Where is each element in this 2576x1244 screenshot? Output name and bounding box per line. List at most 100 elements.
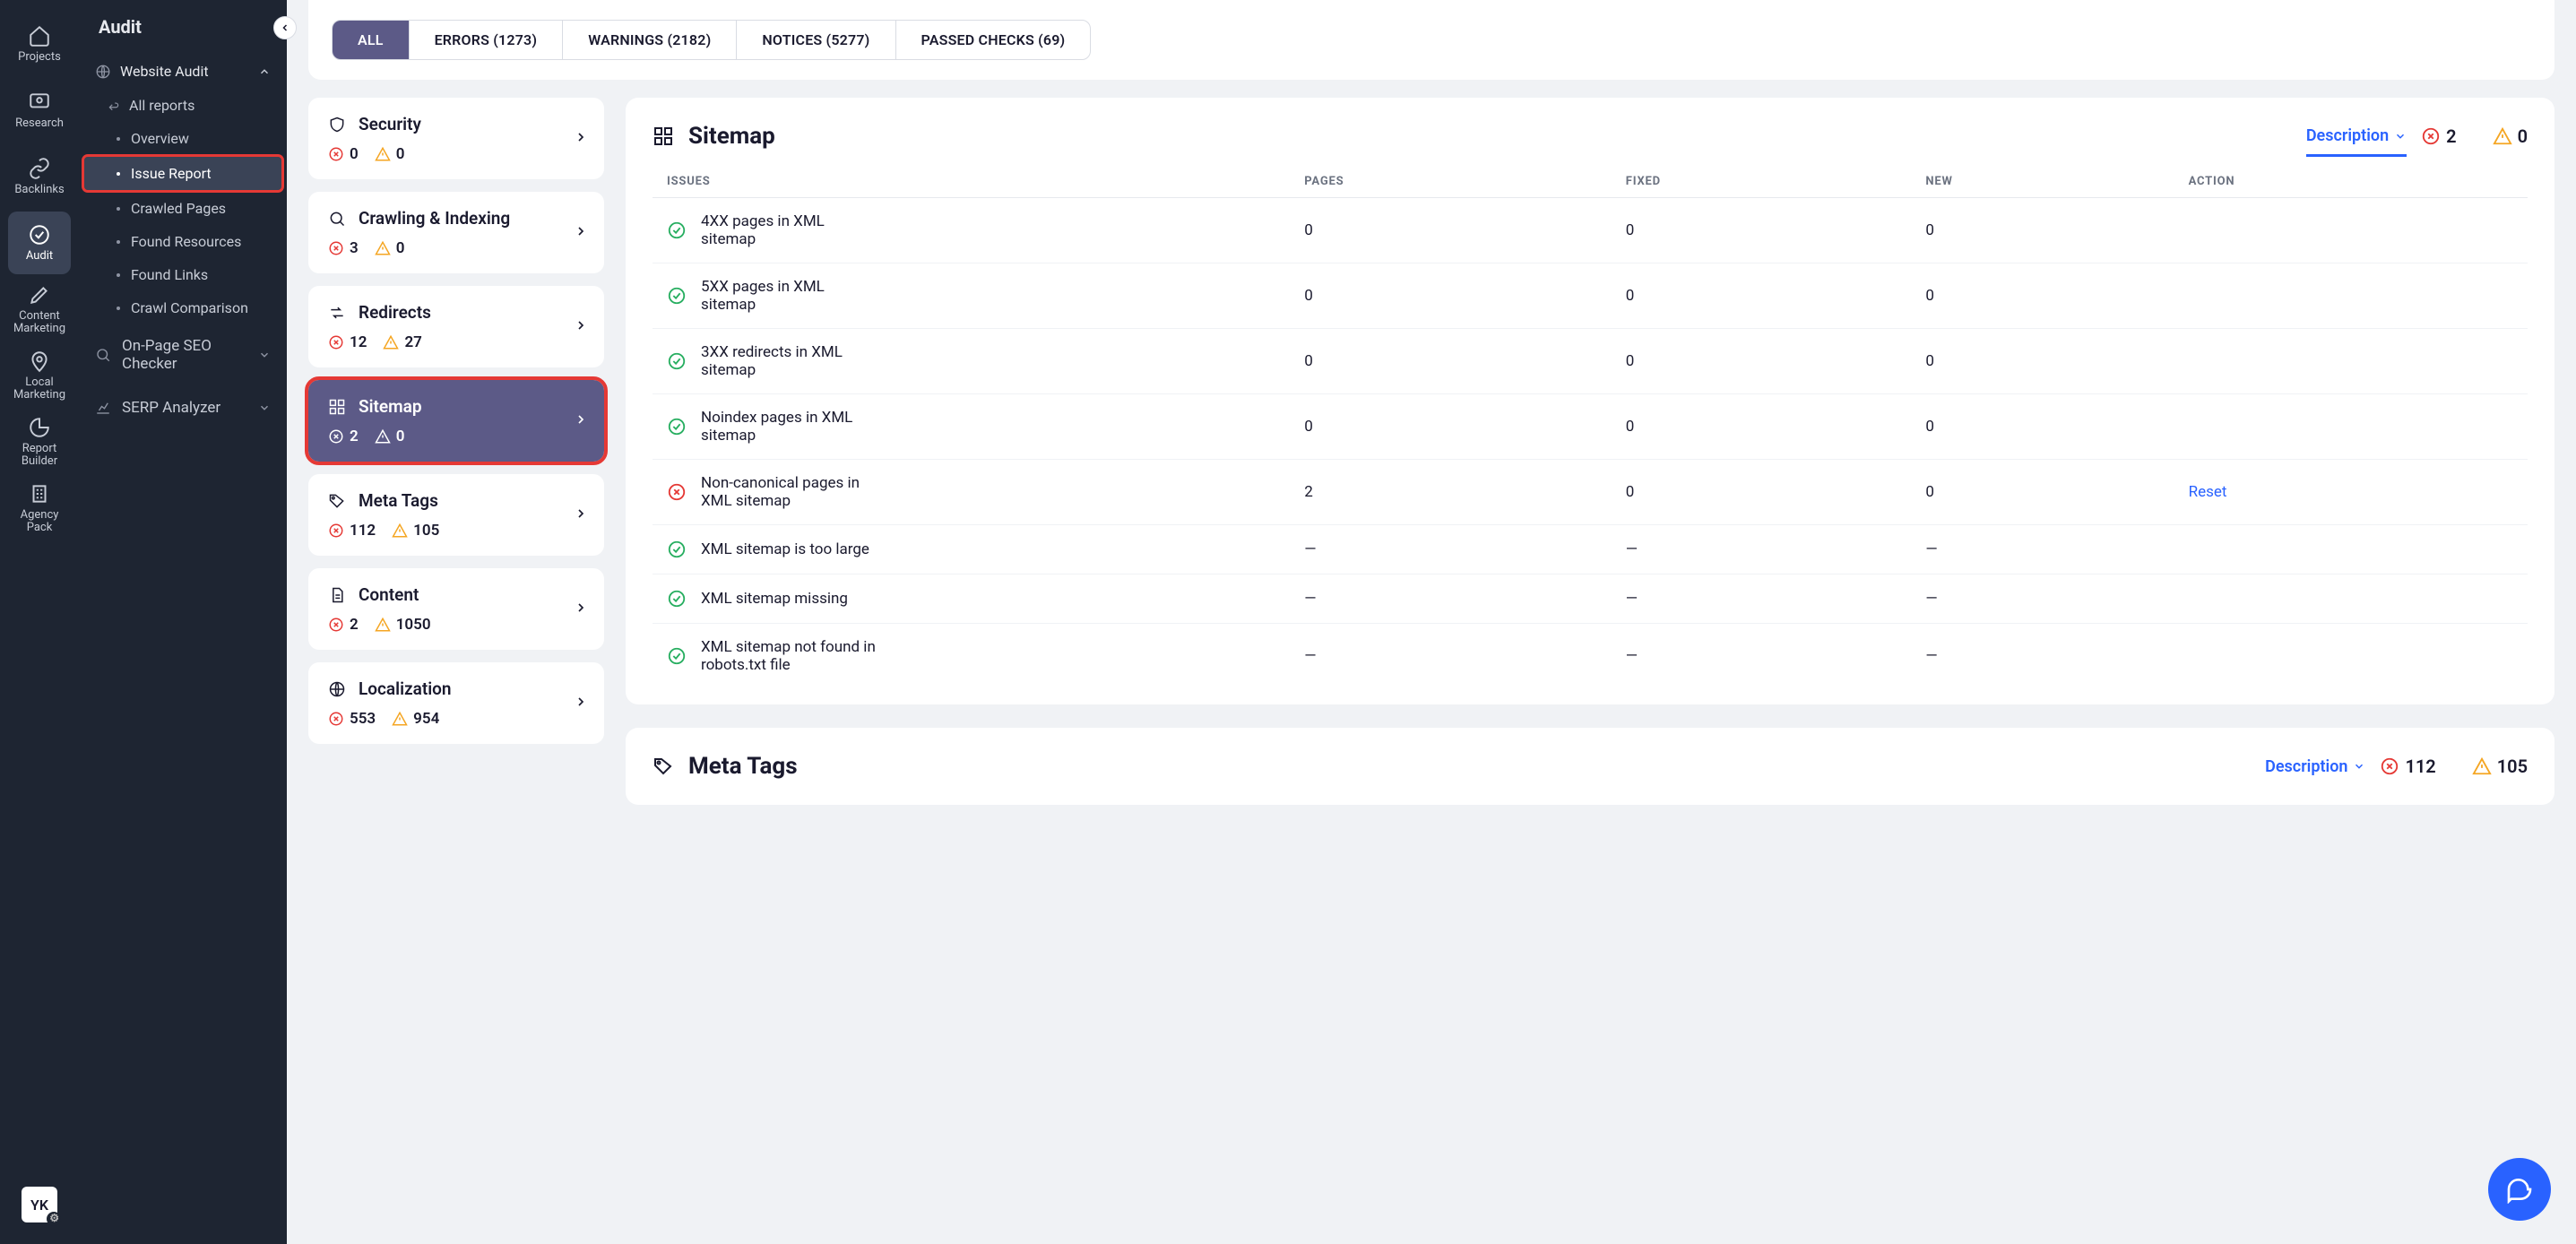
category-error-count: 0: [328, 145, 359, 163]
sidebar: Audit Website Audit All reports Overview…: [79, 0, 287, 1244]
cell-fixed: 0: [1612, 460, 1912, 525]
error-circle-icon: [328, 146, 344, 162]
category-error-count: 2: [328, 616, 359, 634]
issues-table: ISSUESPAGESFIXEDNEWACTION 4XX pages in X…: [653, 166, 2528, 688]
category-meta[interactable]: Meta Tags 112 105: [308, 474, 604, 556]
sidebar-collapse-button[interactable]: [273, 16, 297, 39]
table-row[interactable]: XML sitemap missing — — —: [653, 574, 2528, 624]
tab-all[interactable]: ALL: [333, 21, 410, 59]
col-fixed: FIXED: [1612, 166, 1912, 198]
rail-agency-pack[interactable]: Agency Pack: [8, 477, 71, 540]
cell-new: 0: [1911, 263, 2174, 329]
cell-pages: 0: [1290, 394, 1612, 460]
cell-new: 0: [1911, 394, 2174, 460]
warning-triangle-icon: [392, 711, 408, 727]
issue-name: XML sitemap is too large: [701, 540, 869, 558]
check-circle-icon: [667, 417, 687, 436]
category-content[interactable]: Content 2 1050: [308, 568, 604, 650]
table-row[interactable]: 5XX pages in XML sitemap 0 0 0: [653, 263, 2528, 329]
category-list: Security 0 0 Crawling & Indexing 3 0 Red…: [308, 98, 604, 805]
grid-icon: [328, 398, 346, 416]
sidebar-item-overview[interactable]: Overview: [79, 122, 287, 155]
rail-content-marketing[interactable]: Content Marketing: [8, 278, 71, 341]
category-sitemap[interactable]: Sitemap 2 0: [308, 380, 604, 462]
table-row[interactable]: Non-canonical pages in XML sitemap 2 0 0…: [653, 460, 2528, 525]
check-circle-icon: [667, 351, 687, 371]
category-label: Meta Tags: [359, 490, 438, 511]
sidebar-serp-analyzer[interactable]: SERP Analyzer: [79, 386, 287, 429]
category-warning-count: 954: [392, 710, 439, 728]
tab-errors[interactable]: ERRORS (1273): [410, 21, 564, 59]
sitemap-panel: Sitemap Description 2: [626, 98, 2554, 704]
chat-icon: [2505, 1175, 2534, 1204]
cell-new: 0: [1911, 460, 2174, 525]
table-row[interactable]: 4XX pages in XML sitemap 0 0 0: [653, 198, 2528, 263]
search-icon: [328, 210, 346, 228]
globe-icon: [95, 64, 111, 80]
rail-backlinks[interactable]: Backlinks: [8, 145, 71, 208]
category-crawling[interactable]: Crawling & Indexing 3 0: [308, 192, 604, 273]
sidebar-item-found-resources[interactable]: Found Resources: [79, 225, 287, 258]
cell-fixed: —: [1612, 525, 1912, 574]
category-security[interactable]: Security 0 0: [308, 98, 604, 179]
sidebar-title: Audit: [79, 16, 287, 54]
monitor-icon: [28, 91, 51, 114]
check-circle-icon: [28, 223, 51, 246]
error-circle-icon: [2380, 756, 2399, 776]
rail-research[interactable]: Research: [8, 79, 71, 142]
sidebar-section-website-audit[interactable]: Website Audit: [79, 54, 287, 89]
panel-title: Sitemap: [653, 123, 2292, 150]
rail-local-marketing[interactable]: Local Marketing: [8, 344, 71, 407]
cell-new: —: [1911, 574, 2174, 624]
rail-projects[interactable]: Projects: [8, 13, 71, 75]
sidebar-onpage-seo-checker[interactable]: On-Page SEO Checker: [79, 324, 287, 386]
panel2-title: Meta Tags: [653, 753, 2251, 780]
rail-report-builder[interactable]: Report Builder: [8, 410, 71, 473]
doc-icon: [328, 586, 346, 604]
issue-name: 5XX pages in XML sitemap: [701, 278, 880, 314]
chevron-right-icon: [574, 600, 588, 618]
chevron-right-icon: [574, 224, 588, 242]
table-row[interactable]: Noindex pages in XML sitemap 0 0 0: [653, 394, 2528, 460]
table-row[interactable]: 3XX redirects in XML sitemap 0 0 0: [653, 329, 2528, 394]
category-error-count: 112: [328, 522, 376, 540]
tab-passed[interactable]: PASSED CHECKS (69): [896, 21, 1091, 59]
grid-icon: [653, 125, 674, 147]
sidebar-item-crawled-pages[interactable]: Crawled Pages: [79, 192, 287, 225]
cell-fixed: 0: [1612, 263, 1912, 329]
sidebar-item-found-links[interactable]: Found Links: [79, 258, 287, 291]
pin-icon: [28, 350, 51, 373]
chevron-down-icon: [2353, 760, 2365, 773]
sidebar-item-crawl-comparison[interactable]: Crawl Comparison: [79, 291, 287, 324]
tab-notices[interactable]: NOTICES (5277): [737, 21, 895, 59]
table-row[interactable]: XML sitemap is too large — — —: [653, 525, 2528, 574]
category-warning-count: 0: [375, 428, 405, 445]
error-circle-icon: [667, 482, 687, 502]
warning-triangle-icon: [375, 617, 391, 633]
filter-tabs: ALL ERRORS (1273) WARNINGS (2182) NOTICE…: [332, 20, 1091, 60]
warning-triangle-icon: [2493, 126, 2512, 146]
user-avatar[interactable]: YK ⚙: [22, 1187, 57, 1222]
pie-icon: [28, 416, 51, 439]
cell-fixed: 0: [1612, 394, 1912, 460]
sidebar-all-reports[interactable]: All reports: [79, 89, 287, 122]
rail-audit[interactable]: Audit: [8, 212, 71, 274]
warning-triangle-icon: [392, 523, 408, 539]
category-label: Sitemap: [359, 396, 422, 417]
tab-warnings[interactable]: WARNINGS (2182): [563, 21, 737, 59]
category-warning-count: 0: [375, 145, 405, 163]
col-new: NEW: [1911, 166, 2174, 198]
description-tab-2[interactable]: Description: [2265, 757, 2365, 776]
category-warning-count: 0: [375, 239, 405, 257]
category-localization[interactable]: Localization 553 954: [308, 662, 604, 744]
chat-fab[interactable]: [2488, 1158, 2551, 1221]
table-row[interactable]: XML sitemap not found in robots.txt file…: [653, 624, 2528, 689]
description-tab[interactable]: Description: [2306, 126, 2407, 157]
panel2-warning-count: 105: [2472, 756, 2528, 777]
check-circle-icon: [667, 220, 687, 240]
sidebar-item-issue-report[interactable]: Issue Report: [84, 157, 281, 190]
reset-link[interactable]: Reset: [2189, 483, 2227, 501]
category-redirects[interactable]: Redirects 12 27: [308, 286, 604, 367]
check-circle-icon: [667, 540, 687, 559]
cell-new: 0: [1911, 329, 2174, 394]
